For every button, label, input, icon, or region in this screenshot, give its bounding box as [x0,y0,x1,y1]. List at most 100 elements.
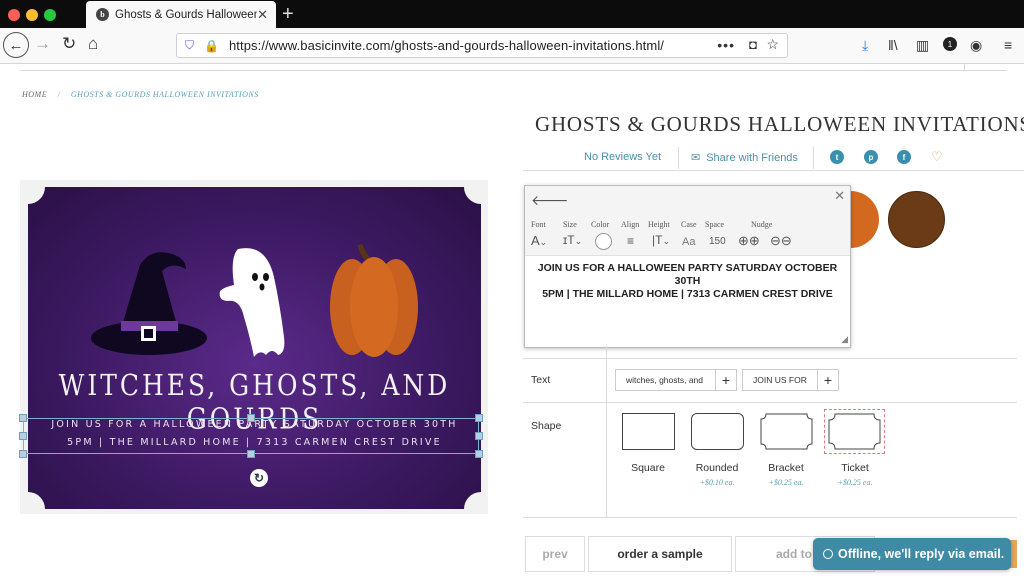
color-picker[interactable] [595,233,612,250]
color-swatch-brown[interactable] [888,191,945,248]
back-arrow-icon[interactable]: 🡐 [531,192,569,209]
resize-grip-icon[interactable]: ◢ [841,334,848,345]
text-selection-box[interactable] [19,414,483,458]
shape-ticket-selected[interactable] [824,409,885,454]
menu-icon[interactable]: ≡ [1004,37,1012,53]
tracking-shield-icon[interactable]: ⛉ [185,38,194,53]
twitter-icon[interactable]: t [830,150,844,164]
bookmark-star-icon[interactable]: ☆ [766,36,779,53]
letter-spacing-value[interactable]: 150 [709,236,726,247]
product-meta-row: No Reviews Yet ✉ Share with Friends t p f… [523,145,1024,171]
font-dropdown[interactable]: A⌄ [531,233,547,248]
facebook-icon[interactable]: f [897,150,911,164]
ghost-icon [219,248,285,357]
shape-price-rounded: +$0.10 ea. [699,478,735,487]
case-toggle[interactable]: Aa [682,236,695,248]
forward-icon[interactable]: → [34,34,51,54]
add-text-button-2[interactable]: + [817,369,839,391]
reviews-link[interactable]: No Reviews Yet [584,151,661,163]
page-actions-icon[interactable]: ••• [717,37,735,53]
shape-row-label: Shape [531,420,562,432]
resize-handle[interactable] [475,432,483,440]
new-tab-icon[interactable]: + [282,3,294,26]
rotate-icon[interactable]: ↻ [250,469,268,487]
witch-hat-icon [91,252,207,355]
close-window-button[interactable] [8,9,20,21]
offline-status-icon [823,549,833,559]
size-dropdown[interactable]: ɪT⌄ [563,233,582,247]
account-icon[interactable]: ◉ [970,37,982,54]
tab-title: Ghosts & Gourds Halloween In [115,8,257,21]
resize-handle[interactable] [19,450,27,458]
pinterest-icon[interactable]: p [864,150,878,164]
shape-price-ticket: +$0.25 ea. [837,478,873,487]
prev-button[interactable]: prev [525,536,585,572]
url-text: https://www.basicinvite.com/ghosts-and-g… [228,38,665,53]
shape-rounded[interactable] [691,413,744,450]
text-field-button-1[interactable]: witches, ghosts, and [615,369,716,391]
color-label: Color [591,220,610,229]
chat-widget-button[interactable]: Offline, we'll reply via email. [813,538,1011,570]
page-content: HOME / GHOSTS & GOURDS HALLOWEEN INVITAT… [0,64,1024,578]
size-label: Size [563,220,577,229]
editor-column-divider [606,346,607,518]
shape-bracket[interactable] [760,413,813,450]
reload-icon[interactable]: ↻ [62,34,76,54]
meta-divider [678,147,679,169]
nudge-horizontal-icon[interactable]: ⊖⊖ [770,233,792,249]
resize-handle[interactable] [475,450,483,458]
toolbar-text-preview[interactable]: JOIN US FOR A HALLOWEEN PARTY SATURDAY O… [525,256,850,301]
sidebar-icon[interactable]: ▥ [916,37,929,54]
card-illustration [91,244,418,357]
download-icon[interactable]: ⤓ [862,37,868,54]
back-icon[interactable]: ← [3,32,29,58]
favorite-heart-icon[interactable]: ♡ [931,149,943,165]
row-divider [523,402,1017,403]
resize-handle[interactable] [19,414,27,422]
browser-nav-bar: ← → ↻ ⌂ ⛉ 🔒 https://www.basicinvite.com/… [0,28,1024,64]
toolbar-controls: 🡐 ✕ Font Size Color Align Height Case Sp… [525,186,850,256]
close-tab-icon[interactable]: ✕ [257,7,268,23]
browser-tab-active[interactable]: b Ghosts & Gourds Halloween In ✕ [86,1,276,28]
share-link[interactable]: ✉ Share with Friends [691,151,798,164]
meta-divider [813,147,814,169]
top-divider-tick [964,64,965,71]
pumpkin-icon [330,244,418,357]
resize-handle[interactable] [19,432,27,440]
address-bar[interactable]: ⛉ 🔒 https://www.basicinvite.com/ghosts-a… [176,33,788,58]
close-toolbar-icon[interactable]: ✕ [834,188,845,204]
resize-handle[interactable] [247,414,255,422]
shape-label-rounded: Rounded [695,462,739,474]
shape-label-square: Square [631,462,665,474]
minimize-window-button[interactable] [26,9,38,21]
resize-handle[interactable] [247,450,255,458]
library-icon[interactable]: ‖\ [888,37,898,53]
text-row-label: Text [531,374,551,386]
home-icon[interactable]: ⌂ [88,34,98,54]
shape-price-bracket: +$0.25 ea. [768,478,804,487]
top-divider [20,70,1007,71]
space-label: Space [705,220,725,229]
line-height-dropdown[interactable]: |T⌄ [652,233,670,247]
nudge-vertical-icon[interactable]: ⊕⊕ [738,233,760,249]
preview-line-3: 5PM | THE MILLARD HOME | 7313 CARMEN CRE… [542,288,833,300]
shape-square[interactable] [622,413,675,450]
add-text-button-1[interactable]: + [715,369,737,391]
share-label: Share with Friends [706,152,798,164]
resize-handle[interactable] [475,414,483,422]
order-sample-button[interactable]: order a sample [588,536,732,572]
breadcrumb-current[interactable]: GHOSTS & GOURDS HALLOWEEN INVITATIONS [71,90,259,99]
align-label: Align [621,220,640,229]
extension-icon[interactable]: 1 [943,37,957,51]
maximize-window-button[interactable] [44,9,56,21]
align-icon[interactable]: ≡ [627,234,634,248]
shape-label-bracket: Bracket [768,462,804,474]
row-divider [523,517,1017,518]
breadcrumb-home[interactable]: HOME [22,90,47,99]
chevron-down-icon: ⌄ [539,237,548,247]
shape-label-ticket: Ticket [841,462,869,474]
envelope-icon: ✉ [691,152,701,164]
text-field-button-2[interactable]: JOIN US FOR [742,369,818,391]
pocket-icon[interactable]: ◘ [749,37,757,52]
lock-icon[interactable]: 🔒 [204,39,219,53]
